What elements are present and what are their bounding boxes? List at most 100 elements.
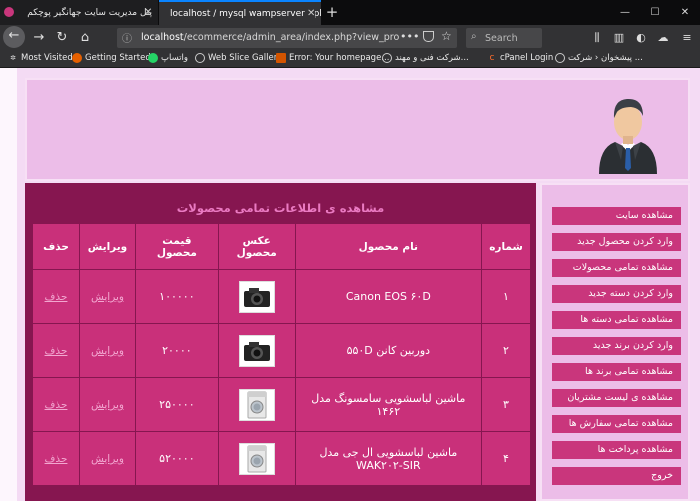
delete-link[interactable]: حذف — [45, 291, 68, 303]
sync-icon[interactable]: ☁ — [654, 29, 672, 47]
site-favicon-icon — [4, 7, 14, 17]
page-actions-icon[interactable]: ••• — [400, 30, 419, 43]
product-name: Canon EOS ۶۰D — [294, 269, 483, 324]
address-bar[interactable]: ⓘ localhost/ecommerce/admin_area/index.p… — [117, 28, 457, 48]
col-image: عکس محصول — [217, 223, 296, 270]
forward-button[interactable]: → — [29, 28, 49, 48]
site-info-icon[interactable]: ⓘ — [122, 30, 132, 45]
back-button[interactable]: ← — [3, 26, 25, 48]
gear-icon: ✲ — [10, 54, 16, 62]
col-edit: ویرایش — [79, 223, 136, 270]
delete-link[interactable]: حذف — [45, 345, 68, 357]
nav-bar: ← → ↻ ⌂ ⓘ localhost/ecommerce/admin_area… — [0, 25, 700, 51]
sidebar-menu: مشاهده سایت وارد کردن محصول جدید مشاهده … — [540, 183, 690, 501]
edit-link[interactable]: ویرایش — [91, 291, 124, 303]
edit-cell: ویرایش — [79, 431, 136, 486]
extension-icon[interactable]: ◐ — [632, 29, 650, 47]
products-panel: مشاهده ی اطلاعات تمامی محصولات شماره نام… — [25, 183, 536, 501]
bookmark-cpanel[interactable]: c cPanel Login — [487, 53, 554, 63]
tab-admin-panel[interactable]: ✕ پنل مدیریت سایت جهانگیر پوچکم — [0, 0, 158, 25]
bookmark-most-visited[interactable]: ✲ Most Visited — [8, 53, 73, 63]
bookmark-getting-started[interactable]: Getting Started — [72, 53, 151, 63]
maximize-button[interactable]: ☐ — [640, 0, 670, 25]
close-tab-icon[interactable]: ✕ — [144, 7, 152, 18]
globe-icon — [195, 53, 205, 63]
reload-button[interactable]: ↻ — [52, 28, 72, 48]
bookmark-error-homepage[interactable]: Error: Your homepage... — [276, 53, 389, 63]
menu-logout[interactable]: خروج — [552, 467, 681, 485]
menu-icon[interactable]: ≡ — [678, 29, 696, 47]
sidebar-toggle-icon[interactable]: ▥ — [610, 29, 628, 47]
page-title: مشاهده ی اطلاعات تمامی محصولات — [176, 201, 385, 215]
menu-view-site[interactable]: مشاهده سایت — [552, 207, 681, 225]
menu-view-brands[interactable]: مشاهده تمامی برند ها — [552, 363, 681, 381]
table-header-row: شماره نام محصول عکس محصول قیمت محصول ویر… — [32, 223, 531, 270]
search-icon: ⌕ — [471, 31, 477, 42]
delete-link[interactable]: حذف — [45, 399, 68, 411]
products-table: شماره نام محصول عکس محصول قیمت محصول ویر… — [32, 223, 531, 486]
bookmark-star-icon[interactable]: ☆ — [441, 29, 452, 43]
tab-phpmyadmin[interactable]: localhost / mysql wampserver | ph ✕ — [159, 0, 321, 25]
admin-page: مشاهده سایت وارد کردن محصول جدید مشاهده … — [0, 68, 700, 501]
edit-link[interactable]: ویرایش — [91, 453, 124, 465]
row-number: ۲ — [481, 323, 531, 378]
edit-cell: ویرایش — [79, 269, 136, 324]
delete-cell: حذف — [32, 377, 80, 432]
close-tab-icon[interactable]: ✕ — [307, 8, 316, 19]
menu-view-categories[interactable]: مشاهده تمامی دسته ها — [552, 311, 681, 329]
product-price: ۲۰۰۰۰ — [134, 323, 219, 378]
col-delete: حذف — [32, 223, 80, 270]
site-icon — [276, 53, 286, 63]
menu-view-orders[interactable]: مشاهده تمامی سفارش ها — [552, 415, 681, 433]
close-window-button[interactable]: ✕ — [670, 0, 700, 25]
menu-view-customers[interactable]: مشاهده ی لیست مشتریان — [552, 389, 681, 407]
globe-icon — [382, 53, 392, 63]
header-banner — [25, 78, 690, 181]
minimize-button[interactable]: — — [610, 0, 640, 25]
tab-bar: ✕ پنل مدیریت سایت جهانگیر پوچکم localhos… — [0, 0, 700, 25]
menu-add-category[interactable]: وارد کردن دسته جدید — [552, 285, 681, 303]
menu-view-payments[interactable]: مشاهده پرداخت ها — [552, 441, 681, 459]
home-button[interactable]: ⌂ — [75, 28, 95, 48]
edit-link[interactable]: ویرایش — [91, 399, 124, 411]
washing-machine-icon — [238, 388, 275, 421]
cpanel-icon: c — [489, 53, 495, 63]
product-price: ۲۵۰۰۰۰ — [134, 377, 219, 432]
product-name: دوربین کانن ۵۵۰D — [294, 323, 483, 378]
new-tab-button[interactable]: + — [323, 3, 341, 21]
washing-machine-icon — [238, 442, 275, 475]
edit-link[interactable]: ویرایش — [91, 345, 124, 357]
page-margin — [0, 68, 17, 501]
search-input[interactable] — [485, 31, 539, 45]
admin-avatar-icon — [593, 90, 663, 174]
col-price: قیمت محصول — [134, 223, 219, 270]
library-icon[interactable]: ⫼ — [588, 29, 606, 47]
row-number: ۱ — [481, 269, 531, 324]
delete-link[interactable]: حذف — [45, 453, 68, 465]
tab-title: localhost / mysql wampserver | ph — [170, 8, 321, 19]
product-price: ۱۰۰۰۰۰ — [134, 269, 219, 324]
delete-cell: حذف — [32, 431, 80, 486]
row-number: ۳ — [481, 377, 531, 432]
url-text[interactable]: localhost/ecommerce/admin_area/index.php… — [141, 32, 399, 43]
table-row: ۴ ماشین لباسشویی ال جی مدل WAK۲۰۲-SIR ۵۲… — [32, 431, 531, 486]
browser-chrome: ✕ پنل مدیریت سایت جهانگیر پوچکم localhos… — [0, 0, 700, 68]
product-image-cell — [217, 431, 296, 486]
delete-cell: حذف — [32, 269, 80, 324]
menu-add-brand[interactable]: وارد کردن برند جدید — [552, 337, 681, 355]
pocket-icon[interactable] — [423, 31, 434, 42]
whatsapp-icon — [148, 53, 158, 63]
menu-add-product[interactable]: وارد کردن محصول جدید — [552, 233, 681, 251]
col-number: شماره — [481, 223, 531, 270]
bookmark-web-slice-gallery[interactable]: Web Slice Gallery — [195, 53, 282, 63]
product-price: ۵۲۰۰۰۰ — [134, 431, 219, 486]
product-image-cell — [217, 323, 296, 378]
menu-view-products[interactable]: مشاهده تمامی محصولات — [552, 259, 681, 277]
bookmark-company[interactable]: شرکت فنی و مهند... — [382, 53, 469, 63]
bookmark-dashboard[interactable]: پیشخوان ‹ شرکت ... — [555, 53, 643, 63]
search-box[interactable]: ⌕ — [466, 28, 542, 48]
product-image-cell — [217, 269, 296, 324]
delete-cell: حذف — [32, 323, 80, 378]
bookmark-whatsapp[interactable]: واتساپ — [148, 53, 188, 63]
firefox-icon — [72, 53, 82, 63]
